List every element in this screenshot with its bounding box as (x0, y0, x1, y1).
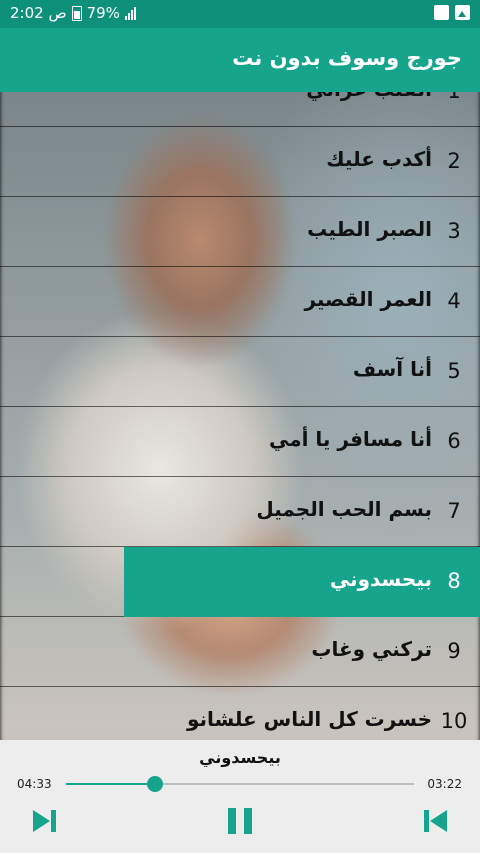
track-name: أنا آسف (352, 357, 432, 381)
track-row[interactable]: 9 تركني وغاب (0, 617, 480, 687)
now-playing-title: بيحسدوني (199, 748, 281, 767)
pause-button[interactable] (225, 806, 255, 836)
track-row[interactable]: 5 أنا آسف (0, 337, 480, 407)
player-bar: بيحسدوني 04:33 03:22 (0, 740, 480, 853)
sim-icon (434, 5, 449, 20)
track-row[interactable]: 8 بيحسدوني (0, 547, 480, 617)
track-row[interactable]: 3 الصبر الطيب (0, 197, 480, 267)
status-time: 2:02 ص (10, 4, 67, 22)
skip-previous-icon (424, 810, 447, 832)
track-number: 9 (447, 639, 461, 663)
gallery-icon (455, 5, 470, 20)
seek-thumb[interactable] (146, 776, 163, 792)
track-number: 10 (440, 709, 468, 733)
seek-bar[interactable] (66, 776, 414, 792)
seek-track-unplayed (154, 783, 414, 785)
track-row[interactable]: 1 القلب عزاني (0, 92, 480, 127)
track-row[interactable]: 2 أكدب عليك (0, 127, 480, 197)
skip-next-icon (33, 810, 56, 832)
status-bar: 2:02 ص 79% (0, 0, 480, 28)
app-bar: جورج وسوف بدون نت (0, 28, 480, 92)
track-row[interactable]: 4 العمر القصير (0, 267, 480, 337)
track-name: أنا مسافر يا أمي (268, 427, 432, 451)
next-button[interactable] (30, 806, 60, 836)
track-name: بيحسدوني (329, 567, 432, 591)
track-name: القلب عزاني (306, 92, 432, 101)
previous-button[interactable] (420, 806, 450, 836)
time-left: 04:33 (17, 777, 52, 791)
track-row[interactable]: 10 خسرت كل الناس علشانو (0, 687, 480, 740)
status-left: 2:02 ص 79% (10, 4, 136, 22)
track-name: خسرت كل الناس علشانو (186, 707, 432, 731)
track-name: تركني وغاب (311, 637, 432, 661)
status-right (434, 5, 470, 20)
track-name: الصبر الطيب (307, 217, 432, 241)
track-number: 1 (440, 92, 468, 103)
page-title: جورج وسوف بدون نت (232, 46, 462, 70)
track-number: 4 (447, 289, 461, 313)
track-list[interactable]: 1 القلب عزاني 2 أكدب عليك 3 الصبر الطيب 4 العمر… (0, 92, 480, 740)
track-name: بسم الحب الجميل (256, 497, 432, 521)
track-name: أكدب عليك (326, 147, 432, 171)
battery-icon (71, 5, 82, 21)
track-number: 6 (447, 429, 461, 453)
signal-icon (124, 6, 136, 20)
time-right: 03:22 (427, 777, 462, 791)
track-number: 8 (447, 569, 461, 593)
pause-icon (228, 808, 252, 834)
battery-percent: 79% (86, 4, 120, 22)
track-row[interactable]: 6 أنا مسافر يا أمي (0, 407, 480, 477)
track-number: 2 (447, 149, 461, 173)
track-number: 7 (447, 499, 461, 523)
track-number: 3 (447, 219, 461, 243)
track-name: العمر القصير (304, 287, 432, 311)
track-row[interactable]: 7 بسم الحب الجميل (0, 477, 480, 547)
track-number: 5 (447, 359, 461, 383)
